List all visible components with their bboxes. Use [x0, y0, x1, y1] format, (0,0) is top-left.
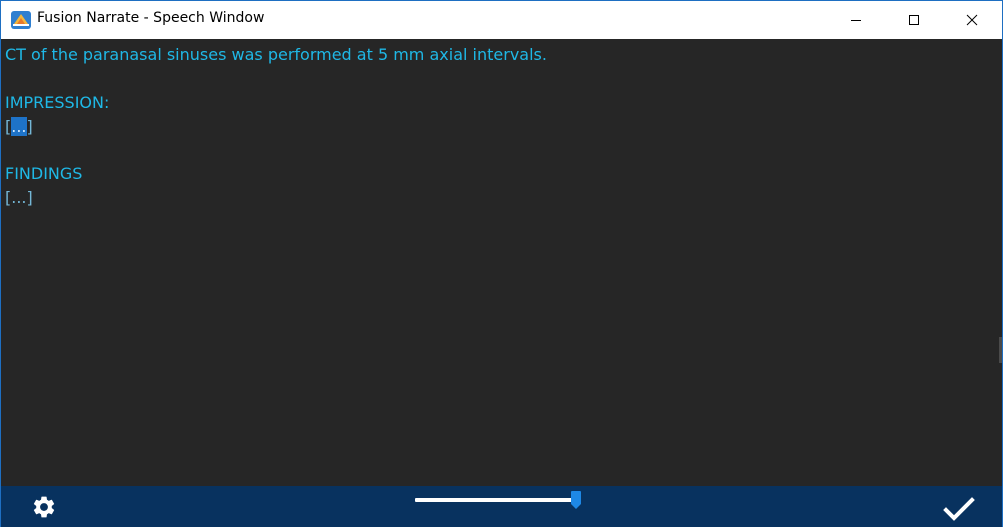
- bracket-close: ]: [26, 117, 33, 136]
- selected-placeholder[interactable]: ...: [11, 117, 27, 136]
- minimize-button[interactable]: [833, 1, 879, 39]
- close-icon: [966, 14, 978, 26]
- maximize-icon: [909, 15, 919, 25]
- slider-thumb[interactable]: [571, 491, 582, 509]
- bottom-toolbar: [1, 486, 1002, 527]
- window-title: Fusion Narrate - Speech Window: [37, 10, 265, 26]
- maximize-button[interactable]: [891, 1, 937, 39]
- findings-header: FINDINGS: [5, 164, 83, 183]
- report-text-line: CT of the paranasal sinuses was performe…: [5, 45, 547, 64]
- findings-placeholder[interactable]: [...]: [5, 188, 33, 208]
- volume-slider[interactable]: [415, 491, 589, 512]
- title-bar[interactable]: Fusion Narrate - Speech Window: [1, 1, 1002, 39]
- dictation-editor[interactable]: CT of the paranasal sinuses was performe…: [1, 39, 1002, 486]
- checkmark-icon[interactable]: [943, 496, 975, 522]
- impression-placeholder[interactable]: [...]: [5, 117, 33, 137]
- minimize-icon: [851, 20, 861, 21]
- gear-icon[interactable]: [31, 494, 57, 520]
- close-button[interactable]: [949, 1, 995, 39]
- app-icon: [11, 11, 31, 29]
- impression-header: IMPRESSION:: [5, 93, 110, 112]
- slider-track[interactable]: [415, 498, 581, 502]
- speech-window: Fusion Narrate - Speech Window CT of the…: [0, 0, 1003, 527]
- scrollbar-thumb[interactable]: [999, 337, 1002, 363]
